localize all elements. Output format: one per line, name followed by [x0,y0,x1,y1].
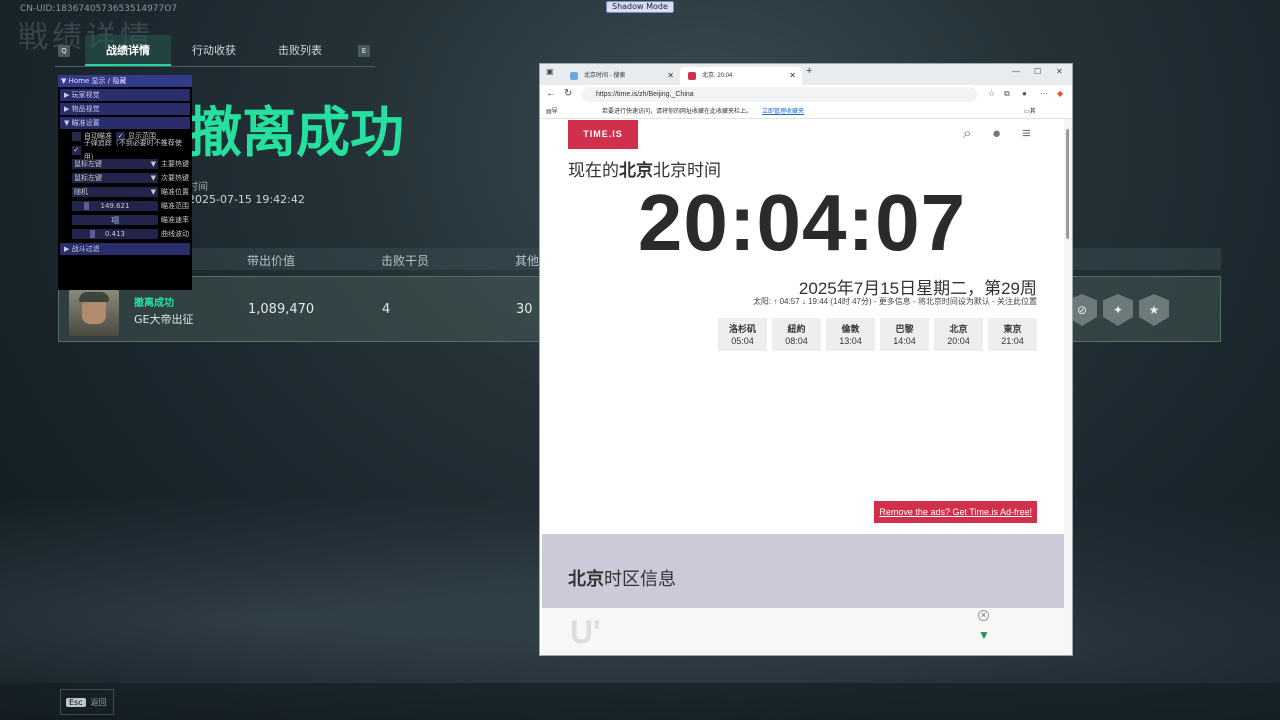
close-tab-icon[interactable]: ✕ [789,67,796,85]
header-other: 其他 [515,254,540,268]
city-item[interactable]: 巴黎 14:04 [880,318,929,351]
back-button[interactable]: ← [546,88,556,99]
more-menu-icon[interactable]: ⋯ [1040,89,1048,98]
row-player-name: GE大帝出征 [134,313,194,326]
timeis-favicon-icon [688,72,696,80]
ad-close-icon[interactable]: × [978,610,989,621]
city-item[interactable]: 洛杉矶 05:04 [718,318,767,351]
other-favorites-link[interactable]: ▭ 其他收藏夹 [1024,105,1036,171]
user-icon[interactable]: ● [992,125,1001,142]
city-clocks: 洛杉矶 05:04 紐約 08:04 倫敦 13:04 巴黎 14:04 北京 20:04… [713,318,1037,351]
city-item[interactable]: 北京 20:04 [934,318,983,351]
browser-tabbar: ▣ 北京时间 - 搜索 ✕ 北京: 20:04 ✕ + — ☐ ✕ [540,64,1072,85]
close-window-button[interactable]: ✕ [1056,67,1063,76]
shadow-mode-button[interactable]: Shadow Mode [606,1,674,13]
primary-key-label: 主要热键 [161,160,189,168]
browser-window: ▣ 北京时间 - 搜索 ✕ 北京: 20:04 ✕ + — ☐ ✕ ← ↻ http… [539,63,1073,656]
result-title: 撤离成功 [188,101,404,164]
primary-key-select[interactable]: 鼠标左键 ▼ [72,159,158,169]
secondary-key-select[interactable]: 鼠标左键 ▼ [72,173,158,183]
manage-favorites-link[interactable]: 立即管理收藏夹 [762,105,804,119]
avatar [69,290,119,336]
import-favorites-link[interactable]: ▤ 导入收藏夹 [546,105,558,171]
result-datetime: 2025-07-15 19:42:42 [188,193,305,206]
esc-label: 返回 [90,697,107,707]
favorites-bar: ▤ 导入收藏夹 若要进行快速访问，请将你的网址收藏在此收藏夹栏上。 立即管理收藏… [540,105,1072,171]
search-icon[interactable]: ⌕ [963,125,971,142]
section-items[interactable]: ▶ 物品视觉 [60,103,190,115]
page-scrollbar[interactable] [1064,119,1072,655]
aim-range-label: 瞄准范围 [161,202,189,210]
tab-kill-list[interactable]: 击败列表 [257,35,343,66]
collections-icon[interactable]: ⧉ [1004,89,1010,99]
bottom-bar [0,683,1280,720]
aim-speed-label: 瞄准速率 [161,216,189,224]
section-aim[interactable]: ▼ 瞄准设置 [60,117,190,129]
refresh-button[interactable]: ↻ [564,88,572,99]
overlay-panel: ▼ Home 显示 / 隐藏 ▶ 玩家视觉 ▶ 物品视觉 ▼ 瞄准设置 自动瞄准… [58,75,192,290]
maximize-button[interactable]: ☐ [1034,67,1041,76]
esc-back-button[interactable]: Esc 返回 [60,689,114,715]
copilot-icon[interactable]: ◆ [1057,89,1063,98]
game-tabbar: Q 战绩详情 行动收获 击败列表 E [55,35,375,67]
panel-title[interactable]: ▼ Home 显示 / 隐藏 [58,75,192,87]
clock-display: 20:04:07 [637,178,967,267]
tab-action-loot[interactable]: 行动收获 [171,35,257,66]
esc-key: Esc [66,697,86,707]
favbar-hint: 若要进行快速访问，请将你的网址收藏在此收藏夹栏上。 [602,109,753,115]
close-tab-icon[interactable]: ✕ [667,67,674,85]
ad-logo-icon: U' [570,614,601,650]
tab-battle-details[interactable]: 战绩详情 [85,35,171,66]
new-tab-button[interactable]: + [806,65,812,77]
medal-icon-2[interactable]: ✦ [1103,294,1133,326]
row-other: 30 [516,302,533,317]
city-item[interactable]: 東京 21:04 [988,318,1037,351]
aim-position-label: 瞄准位置 [161,188,189,196]
city-item[interactable]: 倫敦 13:04 [826,318,875,351]
bullet-track-checkbox[interactable]: ✓ [72,145,81,155]
ad-filter-icon[interactable]: ▼ [978,628,990,642]
browser-tab-timeis[interactable]: 北京: 20:04 ✕ [680,67,802,85]
timeis-logo[interactable]: TIME.IS [568,120,638,149]
q-key-hint: Q [58,44,70,57]
row-kills: 4 [382,302,391,317]
secondary-key-label: 次要热键 [161,174,189,182]
timezone-info-section: 北京时区信息 [542,534,1064,608]
timezone-heading: 北京时区信息 [568,569,676,589]
row-status: 撤离成功 [134,298,174,309]
e-key-hint: E [358,44,370,57]
ad-area: U' × ▼ [542,608,1064,655]
browser-tab-search[interactable]: 北京时间 - 搜索 ✕ [562,67,680,85]
profile-icon[interactable]: ● [1022,89,1027,98]
header-value: 带出价值 [247,254,296,268]
medal-icon-3[interactable]: ★ [1139,294,1169,326]
minimize-button[interactable]: — [1012,67,1020,76]
aim-speed-slider[interactable]: 11 [72,215,158,225]
city-item[interactable]: 紐約 08:04 [772,318,821,351]
search-favicon-icon [570,72,578,80]
auto-aim-checkbox[interactable] [72,131,81,141]
remove-ads-button[interactable]: Remove the ads? Get Time.is Ad-free! [874,501,1037,523]
curve-label: 曲线波动 [161,230,189,238]
sun-info: 太阳: ↑ 04:57 ↓ 19:44 (14时 47分) - 更多信息 - 将… [752,297,1037,306]
favorite-star-icon[interactable]: ☆ [988,89,995,98]
address-bar-row: ← ↻ https://time.is/zh/Beijing,_China ☆ … [540,85,1072,105]
section-filter[interactable]: ▶ 战斗过滤 [60,243,190,255]
tab-actions-icon[interactable]: ▣ [546,67,554,76]
menu-icon[interactable]: ≡ [1022,125,1031,142]
section-players[interactable]: ▶ 玩家视觉 [60,89,190,101]
url-input[interactable]: https://time.is/zh/Beijing,_China [582,87,977,102]
curve-slider[interactable]: 0.413 [72,229,158,239]
page-content: TIME.IS ⌕ ● ≡ 现在的北京北京时间 20:04:07 2025年7月… [540,119,1064,655]
row-value: 1,089,470 [248,302,315,317]
aim-range-slider[interactable]: 149.621 [72,201,158,211]
aim-position-select[interactable]: 随机 ▼ [72,187,158,197]
header-kills: 击败干员 [381,254,430,268]
